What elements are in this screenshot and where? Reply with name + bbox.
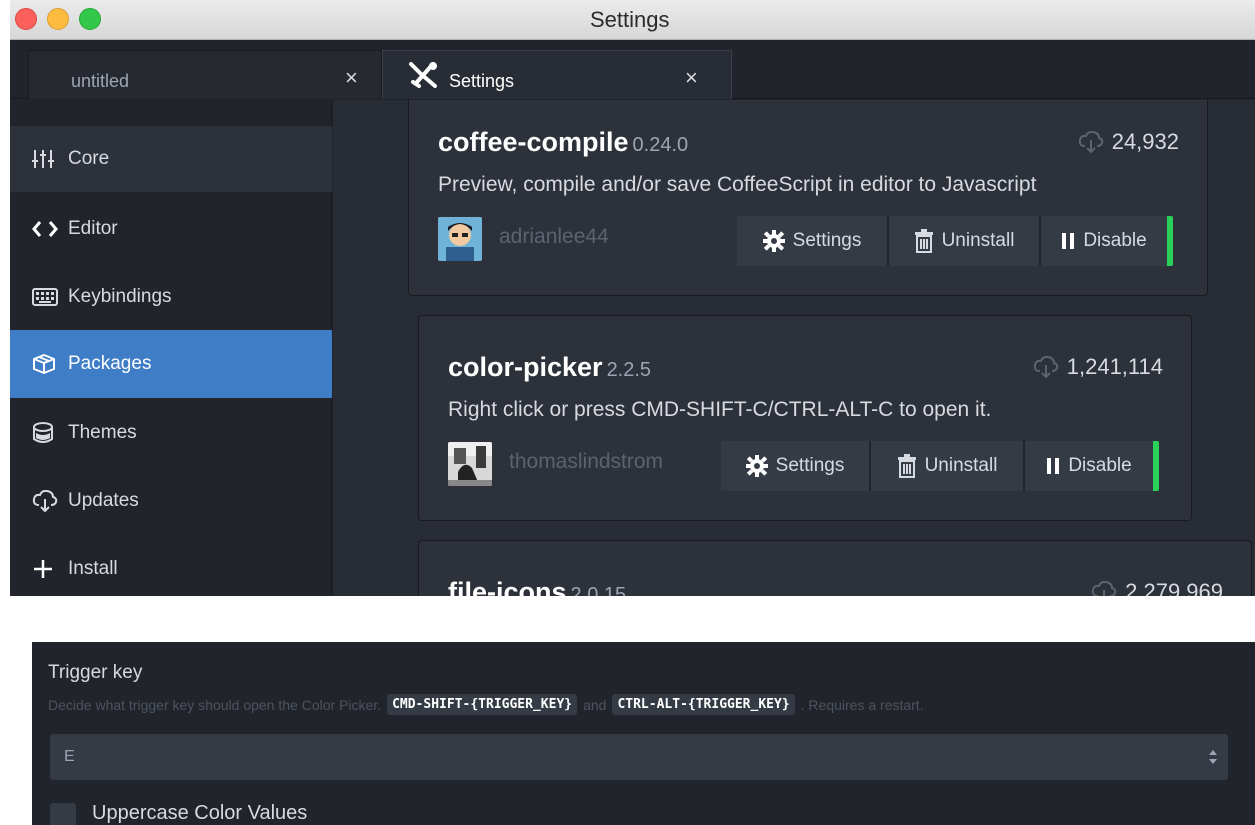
tab-untitled-close-icon[interactable]: ×: [345, 67, 358, 89]
package-description: Preview, compile and/or save CoffeeScrip…: [438, 173, 1037, 196]
cloud-download-icon: [1033, 356, 1058, 378]
package-name[interactable]: file-icons 2.0.15: [448, 577, 626, 596]
sidebar-item-label: Packages: [68, 353, 152, 374]
title-bar: Settings: [10, 0, 1255, 40]
package-name[interactable]: color-picker 2.2.5: [448, 352, 651, 383]
package-card-coffee-compile: coffee-compile 0.24.0 24,932 Preview, com…: [408, 100, 1208, 296]
tab-settings[interactable]: Settings ×: [382, 50, 732, 99]
package-author[interactable]: adrianlee44: [499, 225, 609, 249]
tab-settings-label: Settings: [449, 71, 515, 91]
download-count: 24,932: [1078, 129, 1179, 155]
download-count: 2,279,969: [1091, 579, 1223, 596]
enabled-indicator: [1153, 441, 1159, 491]
sidebar-item-packages[interactable]: Packages: [10, 330, 332, 398]
uppercase-label[interactable]: Uppercase Color Values: [92, 802, 307, 825]
trigger-key-title: Trigger key: [48, 662, 143, 683]
package-version: 2.0.15: [570, 584, 627, 596]
avatar[interactable]: [438, 217, 482, 261]
tools-icon: [409, 62, 437, 88]
kbd-ctrl-alt: CTRL-ALT-{TRIGGER_KEY}: [612, 694, 795, 715]
settings-button[interactable]: Settings: [721, 441, 871, 491]
package-author[interactable]: thomaslindstrom: [509, 450, 663, 474]
tab-untitled-label: untitled: [71, 71, 130, 91]
package-actions: Settings Uninstall Disable: [737, 216, 1173, 266]
settings-sidebar: Core Editor Keybindings Packages Themes: [10, 100, 332, 596]
color-picker-settings-panel: Trigger key Decide what trigger key shou…: [32, 642, 1255, 825]
pause-icon: [1047, 458, 1060, 474]
package-card-color-picker: color-picker 2.2.5 1,241,114 Right click …: [418, 315, 1192, 521]
trigger-key-select[interactable]: E: [50, 734, 1228, 780]
enabled-indicator: [1167, 216, 1173, 266]
sidebar-item-updates[interactable]: Updates: [10, 468, 332, 534]
sidebar-item-keybindings[interactable]: Keybindings: [10, 264, 332, 330]
gear-icon: [745, 455, 768, 477]
cloud-download-icon: [32, 489, 62, 513]
plus-icon: [32, 557, 62, 581]
disable-button[interactable]: Disable: [1041, 216, 1167, 266]
sidebar-item-label: Install: [68, 558, 118, 579]
packages-list: coffee-compile 0.24.0 24,932 Preview, com…: [333, 100, 1255, 596]
package-name[interactable]: coffee-compile 0.24.0: [438, 127, 688, 158]
uninstall-button[interactable]: Uninstall: [871, 441, 1025, 491]
package-version: 2.2.5: [606, 359, 652, 381]
trash-icon: [914, 229, 933, 253]
disable-button[interactable]: Disable: [1025, 441, 1153, 491]
sidebar-item-label: Core: [68, 148, 110, 169]
select-arrows-icon: [1209, 750, 1217, 764]
avatar[interactable]: [448, 442, 492, 486]
settings-button[interactable]: Settings: [737, 216, 889, 266]
trigger-key-description: Decide what trigger key should open the …: [48, 694, 924, 715]
window-title: Settings: [590, 7, 670, 32]
sidebar-item-label: Updates: [68, 490, 139, 511]
sliders-icon: [32, 147, 62, 171]
package-actions: Settings Uninstall Disable: [721, 441, 1159, 491]
uppercase-checkbox[interactable]: [50, 803, 76, 825]
settings-window: Settings untitled × Settings × Core Edit…: [10, 0, 1255, 596]
tab-settings-close-icon[interactable]: ×: [685, 67, 698, 89]
sidebar-item-label: Themes: [68, 422, 137, 443]
kbd-cmd-shift: CMD-SHIFT-{TRIGGER_KEY}: [387, 694, 578, 715]
trash-icon: [897, 454, 916, 478]
sidebar-item-label: Keybindings: [68, 286, 172, 307]
sidebar-item-core[interactable]: Core: [10, 126, 332, 192]
trigger-key-value: E: [64, 748, 75, 765]
package-version: 0.24.0: [632, 134, 689, 156]
uninstall-button[interactable]: Uninstall: [889, 216, 1041, 266]
tab-untitled[interactable]: untitled ×: [28, 50, 382, 99]
sidebar-item-editor[interactable]: Editor: [10, 196, 332, 262]
package-card-file-icons: file-icons 2.0.15 2,279,969: [418, 540, 1252, 596]
sidebar-item-install[interactable]: Install: [10, 536, 332, 596]
paintcan-icon: [32, 421, 62, 445]
sidebar-item-label: Editor: [68, 218, 118, 239]
tab-bar: untitled × Settings ×: [10, 41, 1255, 99]
package-description: Right click or press CMD-SHIFT-C/CTRL-AL…: [448, 398, 992, 421]
gear-icon: [762, 230, 785, 252]
package-icon: [32, 352, 62, 376]
download-count: 1,241,114: [1033, 354, 1163, 380]
pause-icon: [1062, 233, 1075, 249]
cloud-download-icon: [1078, 131, 1103, 153]
sidebar-item-themes[interactable]: Themes: [10, 400, 332, 466]
keyboard-icon: [32, 285, 62, 309]
cloud-download-icon: [1091, 581, 1117, 596]
code-icon: [32, 217, 62, 241]
